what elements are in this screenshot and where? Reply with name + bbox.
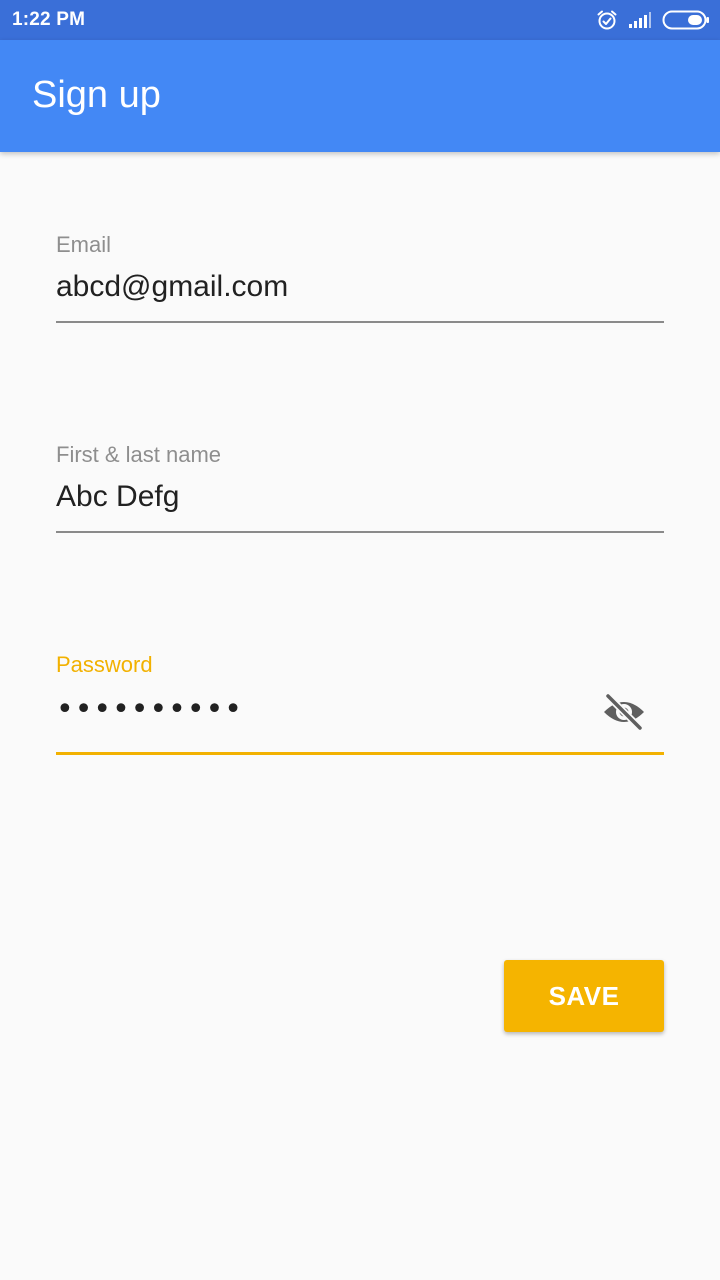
email-field[interactable]: Email abcd@gmail.com [56, 232, 664, 324]
save-button[interactable]: SAVE [504, 960, 664, 1032]
status-time: 1:22 PM [12, 9, 86, 30]
email-underline [56, 321, 664, 323]
name-field[interactable]: First & last name Abc Defg [56, 442, 664, 534]
email-input[interactable]: abcd@gmail.com [56, 270, 288, 304]
password-label: Password [56, 652, 153, 677]
signal-icon [628, 11, 652, 29]
name-input[interactable]: Abc Defg [56, 480, 179, 514]
status-bar: 1:22 PM [0, 0, 720, 40]
password-underline [56, 752, 664, 755]
app-bar: Sign up [0, 40, 720, 152]
status-icons [596, 8, 710, 32]
password-field[interactable]: Password •••••••••• [56, 652, 664, 756]
eye-off-icon[interactable] [600, 688, 648, 736]
name-underline [56, 531, 664, 533]
alarm-icon [596, 9, 618, 31]
name-label: First & last name [56, 442, 222, 467]
password-input[interactable]: •••••••••• [56, 692, 243, 727]
email-label: Email [56, 232, 112, 257]
page-title: Sign up [32, 74, 161, 116]
battery-icon [662, 9, 710, 31]
